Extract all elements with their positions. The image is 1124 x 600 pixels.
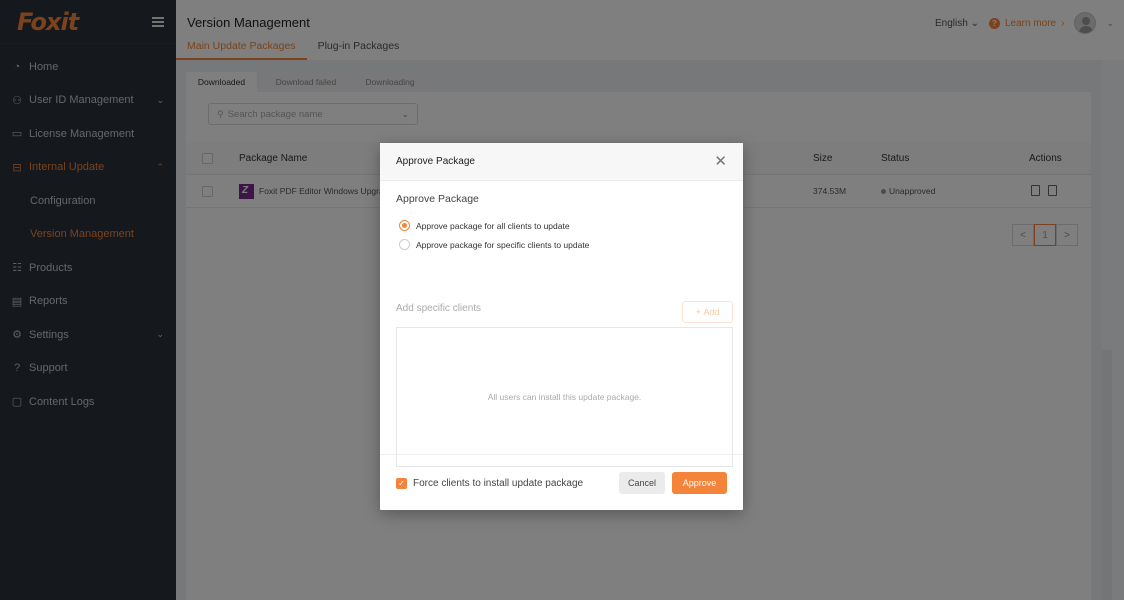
cancel-button[interactable]: Cancel — [619, 472, 665, 494]
dialog-title: Approve Package — [396, 156, 475, 167]
radio-label: Approve package for all clients to updat… — [416, 220, 570, 231]
close-icon[interactable]: ✕ — [714, 154, 727, 169]
add-clients-label: Add specific clients — [396, 303, 482, 314]
plus-icon: + — [695, 307, 704, 317]
force-install-checkbox[interactable]: ✓ Force clients to install update packag… — [396, 478, 583, 489]
add-clients-button[interactable]: + Add — [682, 301, 733, 323]
dialog-body: Approve Package Approve package for all … — [380, 181, 743, 489]
approve-button[interactable]: Approve — [672, 472, 727, 494]
dialog-footer: Cancel Approve — [619, 472, 727, 494]
force-install-label: Force clients to install update package — [413, 478, 584, 489]
approve-all-clients-radio[interactable]: Approve package for all clients to updat… — [399, 220, 570, 231]
radio-label: Approve package for specific clients to … — [416, 239, 590, 250]
empty-message: All users can install this update packag… — [487, 392, 642, 402]
section-label: Approve Package — [396, 193, 479, 205]
approve-specific-clients-radio[interactable]: Approve package for specific clients to … — [399, 239, 589, 250]
radio-unchecked-icon — [399, 239, 410, 250]
radio-checked-icon — [399, 220, 410, 231]
approve-package-dialog: Approve Package ✕ Approve Package Approv… — [380, 143, 743, 510]
dialog-header: Approve Package ✕ — [380, 143, 743, 181]
checkmark-icon: ✓ — [396, 478, 407, 489]
clients-list: All users can install this update packag… — [396, 327, 733, 467]
add-button-label: Add — [703, 307, 720, 317]
